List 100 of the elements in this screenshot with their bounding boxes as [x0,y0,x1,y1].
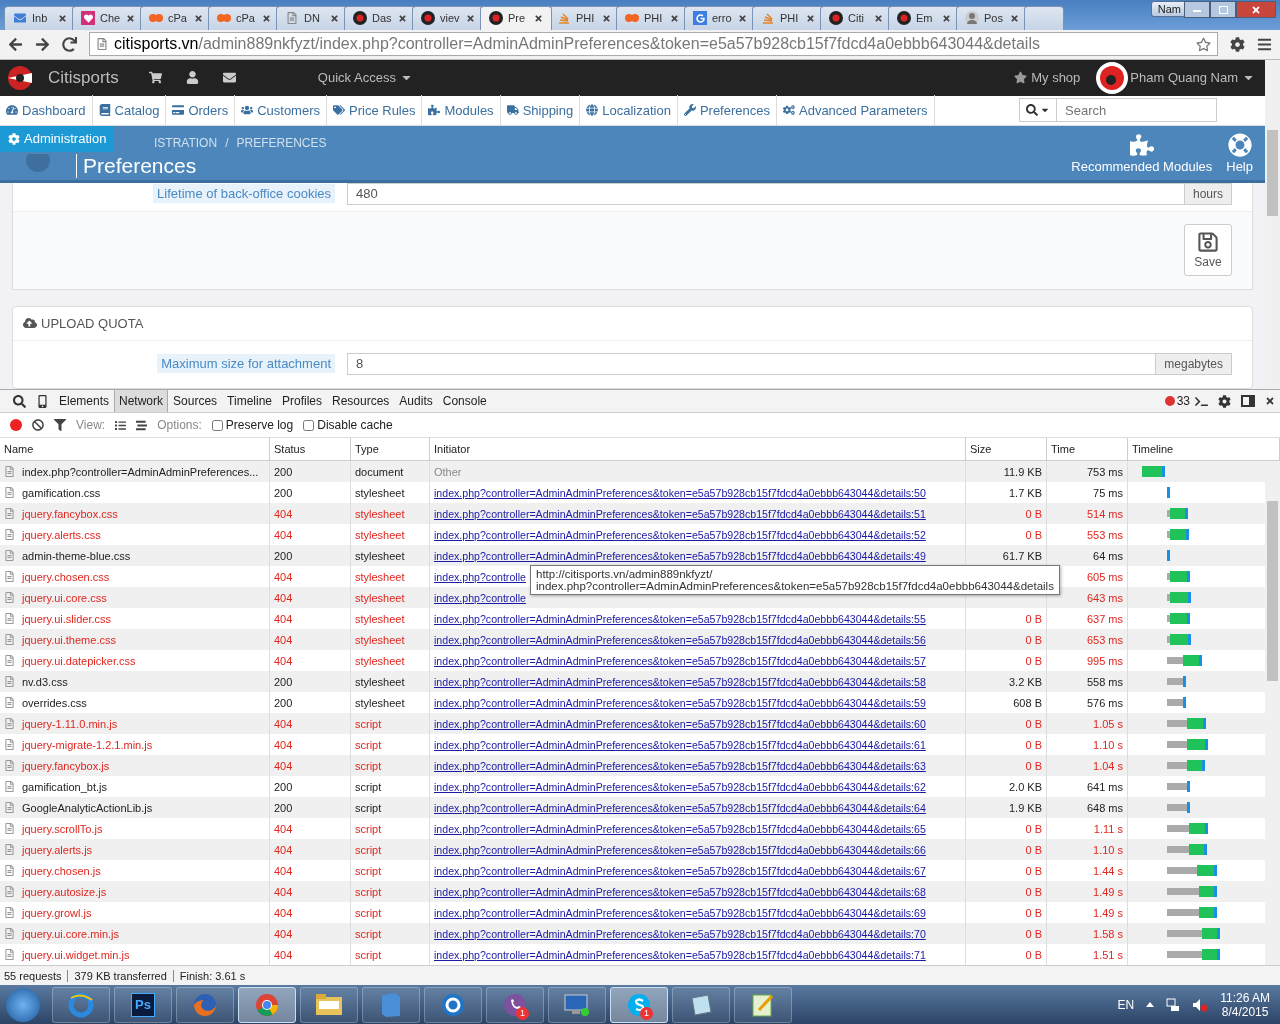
menu-item[interactable]: Shipping [500,95,581,126]
menu-item[interactable]: Price Rules [327,95,423,126]
star-icon[interactable] [1196,36,1211,52]
request-name[interactable]: jquery.alerts.js [18,843,97,856]
close-icon[interactable] [670,13,679,23]
close-icon[interactable] [534,13,543,23]
request-name[interactable]: jquery.fancybox.js [18,759,114,772]
waterfall-view-icon[interactable] [136,419,148,431]
record-button[interactable] [10,419,22,432]
initiator-link[interactable]: index.php?controller=AdminAdminPreferences&token=e5a57b928cb15f7fdcd4a0ebbb643044&details:50 [434,486,926,499]
checkbox[interactable] [303,419,315,431]
column-header[interactable]: Time [1047,438,1128,461]
initiator-link[interactable]: index.php?controller=AdminAdminPreferences&token=e5a57b928cb15f7fdcd4a0ebbb643044&details:58 [434,675,926,688]
initiator-link[interactable]: index.php?controller=AdminAdminPreferences&token=e5a57b928cb15f7fdcd4a0ebbb643044&details:63 [434,759,926,772]
checkbox[interactable] [211,419,223,431]
browser-tab[interactable]: Pre [480,5,552,30]
initiator-link[interactable]: index.php?controller=AdminAdminPreferences&token=e5a57b928cb15f7fdcd4a0ebbb643044&details:64 [434,801,926,814]
request-name[interactable]: jquery.ui.slider.css [18,612,116,625]
request-name[interactable]: gamification.css [18,486,105,499]
initiator-link[interactable]: index.php?controller=AdminAdminPreferences&token=e5a57b928cb15f7fdcd4a0ebbb643044&details:55 [434,612,926,625]
request-name[interactable]: jquery.alerts.css [18,528,105,541]
menu-icon[interactable] [1257,36,1272,52]
request-name[interactable]: overrides.css [18,696,91,709]
terminal-icon[interactable] [1195,394,1208,408]
cookie-lifetime-field[interactable]: 480 [347,182,1185,205]
taskbar-app[interactable]: 1 [610,986,668,1023]
column-header[interactable]: Size [966,438,1047,461]
close-icon[interactable] [806,13,815,23]
close-icon[interactable] [330,13,339,23]
menu-item[interactable]: Orders [166,95,236,126]
quick-access-menu[interactable]: Quick Access [317,70,413,86]
request-name[interactable]: jquery-1.11.0.min.js [18,717,122,730]
close-icon[interactable] [1265,396,1275,407]
initiator-link[interactable]: index.php?controlle [434,591,526,604]
request-name[interactable]: jquery.chosen.js [18,864,105,877]
initiator-link[interactable]: index.php?controller=AdminAdminPreferences&token=e5a57b928cb15f7fdcd4a0ebbb643044&details:69 [434,906,926,919]
request-name[interactable]: GoogleAnalyticActionLib.js [18,801,157,814]
request-name[interactable]: jquery.ui.datepicker.css [18,654,140,667]
maximize-button[interactable] [1210,1,1236,18]
settings-icon[interactable] [1218,394,1231,408]
devtools-tab[interactable]: Console [437,390,492,413]
close-icon[interactable] [58,13,67,23]
initiator-link[interactable]: index.php?controller=AdminAdminPreferences&token=e5a57b928cb15f7fdcd4a0ebbb643044&details:68 [434,885,926,898]
initiator-link[interactable]: index.php?controller=AdminAdminPreferences&token=e5a57b928cb15f7fdcd4a0ebbb643044&details:51 [434,507,926,520]
devtools-tab[interactable]: Resources [327,390,395,413]
address-field[interactable]: citisports.vn/admin889nkfyzt/index.php?controller=AdminAdminPreferences&token=e5a57b928cb15f7fdcd4a0ebbb643044&details [89,32,1218,57]
caret-icon[interactable] [1146,1002,1155,1008]
mail-icon[interactable] [222,71,236,85]
modules-button[interactable]: Recommended Modules [1071,132,1213,174]
filter-icon[interactable] [54,419,66,432]
request-name[interactable]: index.php?controller=AdminAdminPreferences... [18,465,263,478]
close-icon[interactable] [874,13,883,23]
list-view-icon[interactable] [115,419,127,431]
taskbar-app[interactable]: 1 [486,986,544,1023]
request-name[interactable]: admin-theme-blue.css [18,549,135,562]
taskbar-app[interactable]: Ps [114,986,172,1023]
network-icon[interactable] [1166,997,1181,1012]
menu-item[interactable]: Modules [422,95,501,126]
user-icon[interactable] [185,71,199,85]
request-name[interactable]: jquery.ui.core.css [18,591,111,604]
request-name[interactable]: gamification_bt.js [18,780,111,793]
reload-icon[interactable] [62,36,77,52]
my-shop-link[interactable]: My shop [1014,70,1081,86]
request-name[interactable]: jquery.scrollTo.js [18,822,107,835]
request-name[interactable]: jquery.ui.core.min.js [18,927,123,940]
request-name[interactable]: jquery.ui.theme.css [18,633,120,646]
user-menu[interactable]: Pham Quang Nam [1130,70,1255,86]
initiator-link[interactable]: index.php?controller=AdminAdminPreferences&token=e5a57b928cb15f7fdcd4a0ebbb643044&details:71 [434,948,926,961]
request-name[interactable]: jquery.autosize.js [18,885,111,898]
request-name[interactable]: jquery.ui.widget.min.js [18,948,134,961]
initiator-link[interactable]: index.php?controller=AdminAdminPreferences&token=e5a57b928cb15f7fdcd4a0ebbb643044&details:52 [434,528,926,541]
mobile-icon[interactable] [36,394,49,408]
devtools-tab[interactable]: Profiles [277,390,327,413]
column-header[interactable]: Name [0,438,270,461]
menu-item[interactable]: Catalog [92,95,167,126]
close-icon[interactable] [262,13,271,23]
initiator-link[interactable]: index.php?controller=AdminAdminPreferences&token=e5a57b928cb15f7fdcd4a0ebbb643044&details:65 [434,822,926,835]
close-icon[interactable] [738,13,747,23]
initiator-link[interactable]: index.php?controller=AdminAdminPreferences&token=e5a57b928cb15f7fdcd4a0ebbb643044&details:66 [434,843,926,856]
column-header[interactable]: Type [351,438,430,461]
close-icon[interactable] [602,13,611,23]
initiator-link[interactable]: index.php?controlle [434,570,526,583]
start-button[interactable] [6,987,40,1022]
close-icon[interactable] [194,13,203,23]
menu-item[interactable]: Preferences [677,95,777,126]
request-name[interactable]: jquery.chosen.css [18,570,114,583]
devtools-tab[interactable]: Timeline [222,390,277,413]
initiator-link[interactable]: index.php?controller=AdminAdminPreferences&token=e5a57b928cb15f7fdcd4a0ebbb643044&details:67 [434,864,926,877]
muted-speaker-icon[interactable] [1192,997,1209,1012]
attachment-size-field[interactable]: 8 [347,352,1157,375]
request-name[interactable]: jquery.growl.js [18,906,96,919]
menu-item[interactable]: Localization [580,95,678,126]
devtools-tab[interactable]: Audits [394,390,438,413]
close-icon[interactable] [942,13,951,23]
devtools-tab[interactable]: Sources [168,390,223,413]
close-icon[interactable] [126,13,135,23]
close-icon[interactable] [1010,13,1019,23]
save-button[interactable]: Save [1184,224,1232,277]
search-field[interactable]: Search [1057,98,1217,123]
devtools-tab[interactable]: Elements [54,390,115,413]
